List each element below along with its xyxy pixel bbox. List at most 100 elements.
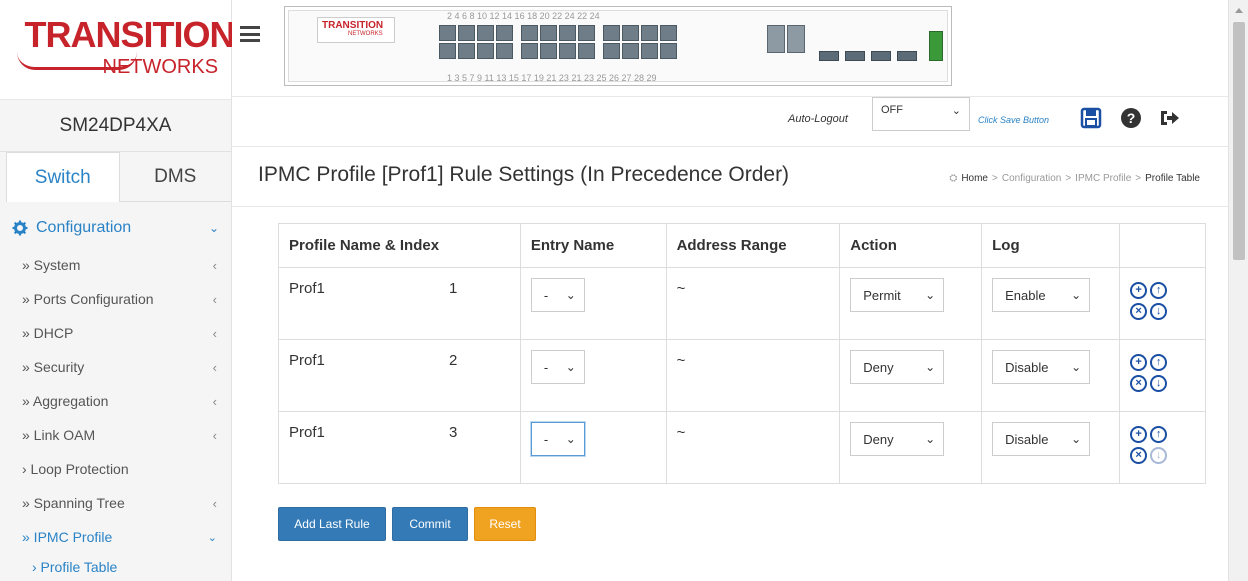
sidebar-item-spanning-tree[interactable]: » Spanning Tree ‹ xyxy=(0,486,231,520)
port-icon[interactable] xyxy=(559,43,576,59)
save-icon[interactable] xyxy=(1080,107,1102,129)
port-icon[interactable] xyxy=(540,25,557,41)
port-icon[interactable] xyxy=(521,25,538,41)
title-row: IPMC Profile [Prof1] Rule Settings (In P… xyxy=(232,146,1228,206)
entry-name-value: - xyxy=(543,431,549,447)
sfp-port-icon[interactable] xyxy=(787,25,805,53)
port-icon[interactable] xyxy=(458,25,475,41)
sidebar-item-ipmc-profile[interactable]: » IPMC Profile ⌄ xyxy=(0,520,231,554)
sfp-port-icon[interactable] xyxy=(767,25,785,53)
port-icon[interactable] xyxy=(603,25,620,41)
port-icon[interactable] xyxy=(559,25,576,41)
sidebar-item-link-oam[interactable]: » Link OAM ‹ xyxy=(0,418,231,452)
transition-networks-logo[interactable]: TRANSITION NETWORKS xyxy=(11,12,236,88)
sidebar-item-ports-configuration[interactable]: » Ports Configuration ‹ xyxy=(0,282,231,316)
app-root: TRANSITION NETWORKS SM24DP4XA Switch DMS… xyxy=(0,0,1248,581)
table-row: Prof1 2 - ⌄ ~ Deny ⌄ Disable ⌄ + ↑ × ↓ xyxy=(278,339,1206,412)
logo-box: TRANSITION NETWORKS xyxy=(0,0,236,100)
commit-button[interactable]: Commit xyxy=(392,507,468,541)
sidebar-item-loop-protection[interactable]: › Loop Protection xyxy=(0,452,231,486)
entry-name-select[interactable]: - ⌄ xyxy=(530,278,585,312)
uplink-port-icon[interactable] xyxy=(897,51,917,61)
sidebar-item-dhcp[interactable]: » DHCP ‹ xyxy=(0,316,231,350)
delete-icon[interactable]: × xyxy=(1130,303,1148,320)
vertical-scrollbar[interactable] xyxy=(1228,0,1248,581)
uplink-port-icon[interactable] xyxy=(845,51,865,61)
sidebar-item-label: » Aggregation xyxy=(22,393,109,409)
gear-icon xyxy=(12,220,28,236)
delete-icon[interactable]: × xyxy=(1130,375,1148,392)
port-icon[interactable] xyxy=(641,43,658,59)
port-icon[interactable] xyxy=(660,25,677,41)
port-icon[interactable] xyxy=(603,43,620,59)
reset-button[interactable]: Reset xyxy=(474,507,536,541)
log-select[interactable]: Disable ⌄ xyxy=(992,350,1091,384)
breadcrumb-configuration[interactable]: Configuration xyxy=(1002,173,1061,184)
tab-dms[interactable]: DMS xyxy=(119,152,231,202)
add-last-rule-button[interactable]: Add Last Rule xyxy=(278,507,386,541)
breadcrumb-ipmc-profile[interactable]: IPMC Profile xyxy=(1075,173,1131,184)
port-icon[interactable] xyxy=(477,25,494,41)
hamburger-menu-icon[interactable] xyxy=(240,26,260,42)
chevron-down-icon: ⌄ xyxy=(565,288,576,302)
port-icon[interactable] xyxy=(622,43,639,59)
log-select[interactable]: Enable ⌄ xyxy=(992,278,1091,312)
row-controls: + ↑ × ↓ xyxy=(1130,282,1195,320)
insert-icon[interactable]: + xyxy=(1130,282,1148,299)
range-cell: ~ xyxy=(665,411,841,484)
delete-icon[interactable]: × xyxy=(1130,447,1148,464)
scroll-up-arrow-icon[interactable] xyxy=(1235,8,1243,13)
move-down-icon[interactable]: ↓ xyxy=(1150,303,1168,320)
move-up-icon[interactable]: ↑ xyxy=(1150,426,1168,443)
sidebar-item-system[interactable]: » System ‹ xyxy=(0,248,231,282)
port-icon[interactable] xyxy=(540,43,557,59)
active-port-icon[interactable] xyxy=(929,31,943,61)
uplink-port-icon[interactable] xyxy=(819,51,839,61)
sidebar-subitem-profile-table[interactable]: › Profile Table xyxy=(0,554,231,580)
panel-logo-bottom: NETWORKS xyxy=(348,31,383,37)
uplink-port-icon[interactable] xyxy=(871,51,891,61)
chevron-left-icon: ‹ xyxy=(212,257,217,273)
breadcrumb-home[interactable]: Home xyxy=(961,173,988,184)
sidebar-item-label: › Loop Protection xyxy=(22,461,129,477)
header-action: Action xyxy=(839,223,983,268)
action-select[interactable]: Deny ⌄ xyxy=(850,422,945,456)
auto-logout-select[interactable]: OFF ⌄ xyxy=(872,97,970,131)
sidebar-item-security[interactable]: » Security ‹ xyxy=(0,350,231,384)
sidebar-item-label: » Ports Configuration xyxy=(22,291,154,307)
table-row: Prof1 1 - ⌄ ~ Permit ⌄ Enable ⌄ + ↑ × ↓ xyxy=(278,267,1206,340)
port-icon[interactable] xyxy=(660,43,677,59)
port-icon[interactable] xyxy=(439,43,456,59)
action-select[interactable]: Deny ⌄ xyxy=(850,350,945,384)
profile-name: Prof1 xyxy=(289,352,325,369)
sidebar-item-aggregation[interactable]: » Aggregation ‹ xyxy=(0,384,231,418)
port-icon[interactable] xyxy=(521,43,538,59)
port-icon[interactable] xyxy=(496,25,513,41)
port-icon[interactable] xyxy=(578,43,595,59)
move-down-icon[interactable]: ↓ xyxy=(1150,375,1168,392)
insert-icon[interactable]: + xyxy=(1130,354,1148,371)
table-row: Prof1 3 - ⌄ ~ Deny ⌄ Disable ⌄ + ↑ × ↓ xyxy=(278,411,1206,484)
port-icon[interactable] xyxy=(578,25,595,41)
port-icon[interactable] xyxy=(439,25,456,41)
port-icon[interactable] xyxy=(458,43,475,59)
nav-section-configuration[interactable]: Configuration ⌄ xyxy=(0,208,231,248)
auto-logout-label: Auto-Logout xyxy=(788,113,848,125)
action-cell: Permit ⌄ xyxy=(839,267,983,340)
port-icon[interactable] xyxy=(641,25,658,41)
tab-switch[interactable]: Switch xyxy=(6,152,120,202)
port-icon[interactable] xyxy=(477,43,494,59)
move-up-icon[interactable]: ↑ xyxy=(1150,354,1168,371)
insert-icon[interactable]: + xyxy=(1130,426,1148,443)
port-icon[interactable] xyxy=(496,43,513,59)
port-icon[interactable] xyxy=(622,25,639,41)
log-select[interactable]: Disable ⌄ xyxy=(992,422,1091,456)
entry-name-select[interactable]: - ⌄ xyxy=(530,350,585,384)
scrollbar-thumb[interactable] xyxy=(1233,22,1245,260)
help-icon[interactable]: ? xyxy=(1120,107,1142,129)
move-up-icon[interactable]: ↑ xyxy=(1150,282,1168,299)
action-select[interactable]: Permit ⌄ xyxy=(850,278,945,312)
logout-icon[interactable] xyxy=(1158,107,1180,129)
move-down-icon: ↓ xyxy=(1150,447,1168,464)
entry-name-select[interactable]: - ⌄ xyxy=(530,422,585,456)
